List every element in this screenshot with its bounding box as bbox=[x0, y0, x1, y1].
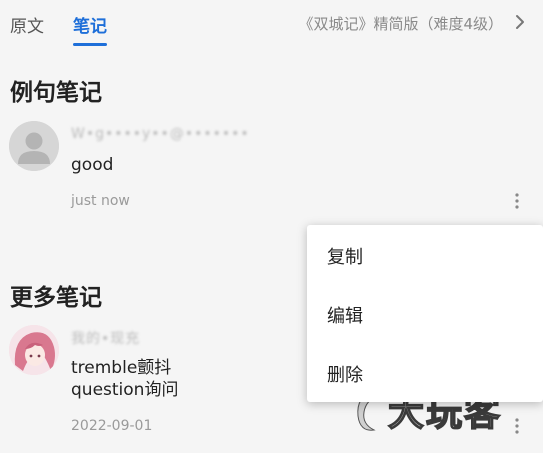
section-title-more-notes: 更多笔记 bbox=[10, 285, 102, 311]
menu-item-delete[interactable]: 删除 bbox=[327, 361, 363, 387]
chevron-right-icon[interactable] bbox=[513, 13, 527, 31]
book-title[interactable]: 《双城记》精简版（难度4级） bbox=[298, 13, 503, 34]
note-username[interactable]: W•g••••y••@••••••• bbox=[71, 126, 250, 142]
note-timestamp: 2022-09-01 bbox=[71, 418, 153, 434]
tab-original[interactable]: 原文 bbox=[10, 12, 44, 37]
top-tab-bar: 原文 笔记 《双城记》精简版（难度4级） bbox=[0, 0, 543, 48]
default-user-icon bbox=[9, 121, 59, 171]
menu-item-copy[interactable]: 复制 bbox=[327, 243, 363, 269]
note-text: tremble颤抖 bbox=[71, 358, 172, 378]
active-tab-indicator bbox=[73, 43, 107, 46]
note-username[interactable]: 我的•现充 bbox=[71, 328, 140, 348]
menu-item-edit[interactable]: 编辑 bbox=[327, 302, 363, 328]
anime-girl-avatar-icon bbox=[9, 325, 59, 375]
section-title-example-notes: 例句笔记 bbox=[10, 80, 102, 106]
tab-notes[interactable]: 笔记 bbox=[73, 12, 107, 37]
avatar[interactable] bbox=[9, 325, 59, 375]
note-timestamp: just now bbox=[71, 193, 130, 209]
avatar[interactable] bbox=[9, 121, 59, 171]
context-menu: 复制 编辑 删除 bbox=[307, 225, 543, 402]
note-text: question询问 bbox=[71, 380, 179, 400]
note-text: good bbox=[71, 155, 114, 175]
more-vertical-icon[interactable] bbox=[512, 192, 522, 210]
